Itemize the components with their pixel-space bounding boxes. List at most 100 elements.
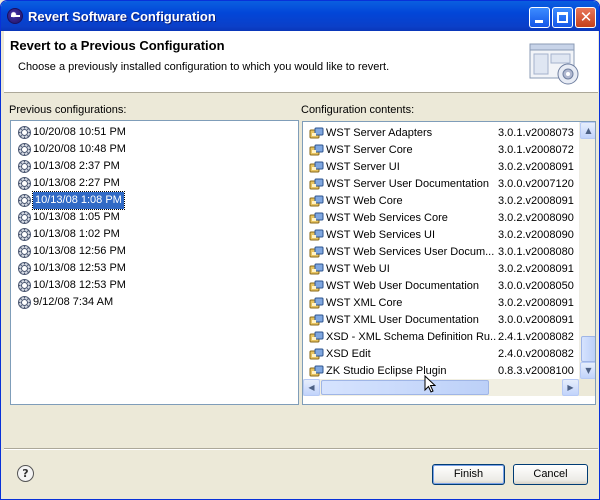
configuration-item[interactable]: 10/13/08 2:27 PM	[11, 175, 298, 192]
configuration-date: 10/13/08 1:08 PM	[32, 191, 125, 210]
configuration-item[interactable]: 10/20/08 10:51 PM	[11, 124, 298, 141]
wizard-banner-icon	[529, 43, 579, 85]
previous-configurations-label: Previous configurations:	[9, 104, 127, 116]
minimize-button[interactable]	[529, 7, 550, 28]
feature-plug-icon	[309, 211, 324, 226]
configuration-contents-list[interactable]: ZK Studio Eclipse Plugin 0.8.3.v2008100 XS…	[302, 121, 596, 405]
feature-item[interactable]: WST Server User Documentation 3.0.0.v2007…	[303, 176, 579, 193]
feature-item[interactable]: WST Web Core 3.0.2.v2008091	[303, 193, 579, 210]
feature-version: 3.0.2.v2008091	[498, 297, 574, 309]
feature-item[interactable]: WST XML Core 3.0.2.v2008091	[303, 295, 579, 312]
configuration-date: 10/13/08 1:02 PM	[33, 228, 120, 240]
page-description: Choose a previously installed configurat…	[18, 61, 390, 73]
feature-version: 2.4.1.v2008082	[498, 331, 574, 343]
feature-item[interactable]: WST Web User Documentation 3.0.0.v2008050	[303, 278, 579, 295]
scroll-right-button[interactable]: ▶	[562, 379, 579, 396]
page-title: Revert to a Previous Configuration	[10, 38, 225, 53]
horizontal-scrollbar[interactable]: ◀ ▶	[303, 379, 579, 396]
feature-version: 3.0.2.v2008090	[498, 229, 574, 241]
feature-item[interactable]: WST XML User Documentation 3.0.0.v2008091	[303, 312, 579, 329]
feature-name: WST Server User Documentation	[326, 178, 490, 190]
maximize-button[interactable]	[552, 7, 573, 28]
configuration-contents-label: Configuration contents:	[301, 104, 415, 116]
feature-plug-icon	[309, 330, 324, 345]
horizontal-scroll-thumb[interactable]	[321, 380, 489, 395]
configuration-date: 10/13/08 12:53 PM	[33, 262, 126, 274]
feature-plug-icon	[309, 143, 324, 158]
title-bar[interactable]: Revert Software Configuration ✕	[1, 1, 599, 31]
configuration-item[interactable]: 9/12/08 7:34 AM	[11, 294, 298, 311]
feature-plug-icon	[309, 177, 324, 192]
feature-plug-icon	[309, 347, 324, 362]
feature-name: WST Web UI	[326, 263, 390, 275]
feature-plug-icon	[309, 296, 324, 311]
feature-name: WST XML User Documentation	[326, 314, 479, 326]
feature-name: WST Server Adapters	[326, 127, 433, 139]
feature-version: 3.0.2.v2008091	[498, 263, 574, 275]
vertical-scrollbar[interactable]: ▲ ▼	[579, 122, 595, 379]
cancel-button[interactable]: Cancel	[513, 464, 588, 485]
configuration-gear-icon	[17, 261, 32, 276]
feature-item[interactable]: WST Web UI 3.0.2.v2008091	[303, 261, 579, 278]
configuration-item[interactable]: 10/13/08 1:08 PM	[11, 191, 298, 210]
wizard-header: Revert to a Previous Configuration Choos…	[4, 31, 598, 93]
configuration-date: 10/13/08 12:56 PM	[33, 245, 126, 257]
configuration-date: 10/13/08 2:37 PM	[33, 160, 120, 172]
configuration-gear-icon	[17, 278, 32, 293]
configuration-gear-icon	[17, 210, 32, 225]
feature-plug-icon	[309, 364, 324, 379]
feature-name: WST Web User Documentation	[326, 280, 480, 292]
vertical-scroll-thumb[interactable]	[581, 336, 595, 362]
feature-item[interactable]: WST Web Services UI 3.0.2.v2008090	[303, 227, 579, 244]
feature-version: 3.0.1.v2008073	[498, 127, 574, 139]
feature-version: 3.0.0.v2007120	[498, 178, 574, 190]
scroll-left-button[interactable]: ◀	[303, 379, 320, 396]
feature-name: WST Web Services User Docum...	[326, 246, 495, 258]
feature-item[interactable]: WST Server Core 3.0.1.v2008072	[303, 142, 579, 159]
window-title: Revert Software Configuration	[28, 9, 216, 24]
configuration-item[interactable]: 10/13/08 2:37 PM	[11, 158, 298, 175]
feature-name: WST Server UI	[326, 161, 400, 173]
feature-version: 3.0.0.v2008091	[498, 314, 574, 326]
configuration-item[interactable]: 10/13/08 12:53 PM	[11, 277, 298, 294]
feature-name: XSD - XML Schema Definition Ru...	[326, 331, 496, 343]
scroll-down-button[interactable]: ▼	[580, 362, 595, 379]
feature-version: 2.4.0.v2008082	[498, 348, 574, 360]
finish-button[interactable]: Finish	[432, 464, 505, 485]
configuration-date: 10/20/08 10:48 PM	[33, 143, 126, 155]
feature-name: WST Web Services UI	[326, 229, 436, 241]
feature-plug-icon	[309, 126, 324, 141]
feature-name: WST XML Core	[326, 297, 403, 309]
feature-item[interactable]: WST Server UI 3.0.2.v2008091	[303, 159, 579, 176]
configuration-date: 10/13/08 2:27 PM	[33, 177, 120, 189]
feature-name: WST Web Core	[326, 195, 403, 207]
configuration-date: 10/20/08 10:51 PM	[33, 126, 126, 138]
previous-configurations-list[interactable]: 10/20/08 10:51 PM 10/20/08 10:48 PM 10/13/…	[10, 120, 299, 405]
configuration-item[interactable]: 10/20/08 10:48 PM	[11, 141, 298, 158]
scrollbar-corner	[579, 379, 595, 396]
eclipse-icon[interactable]	[7, 8, 23, 24]
feature-version: 3.0.1.v2008080	[498, 246, 574, 258]
feature-item[interactable]: XSD Edit 2.4.0.v2008082	[303, 346, 579, 363]
configuration-item[interactable]: 10/13/08 12:56 PM	[11, 243, 298, 260]
maximize-icon	[557, 12, 568, 23]
feature-item[interactable]: WST Web Services User Docum... 3.0.1.v200…	[303, 244, 579, 261]
feature-plug-icon	[309, 245, 324, 260]
feature-version: 3.0.0.v2008050	[498, 280, 574, 292]
configuration-gear-icon	[17, 295, 32, 310]
feature-item[interactable]: XSD - XML Schema Definition Ru... 2.4.1.v…	[303, 329, 579, 346]
feature-item[interactable]: ZK Studio Eclipse Plugin 0.8.3.v2008100	[303, 363, 579, 380]
help-icon[interactable]: ?	[17, 465, 34, 482]
scroll-up-button[interactable]: ▲	[580, 122, 595, 139]
feature-version: 0.8.3.v2008100	[498, 365, 574, 377]
feature-item[interactable]: WST Web Services Core 3.0.2.v2008090	[303, 210, 579, 227]
close-button[interactable]: ✕	[575, 7, 596, 28]
configuration-date: 9/12/08 7:34 AM	[33, 296, 114, 308]
configuration-date: 10/13/08 1:05 PM	[33, 211, 120, 223]
configuration-item[interactable]: 10/13/08 1:02 PM	[11, 226, 298, 243]
dialog-window: Revert Software Configuration ✕ Revert t…	[0, 0, 600, 500]
configuration-item[interactable]: 10/13/08 1:05 PM	[11, 209, 298, 226]
configuration-item[interactable]: 10/13/08 12:53 PM	[11, 260, 298, 277]
feature-version: 3.0.2.v2008091	[498, 195, 574, 207]
feature-item[interactable]: WST Server Adapters 3.0.1.v2008073	[303, 125, 579, 142]
